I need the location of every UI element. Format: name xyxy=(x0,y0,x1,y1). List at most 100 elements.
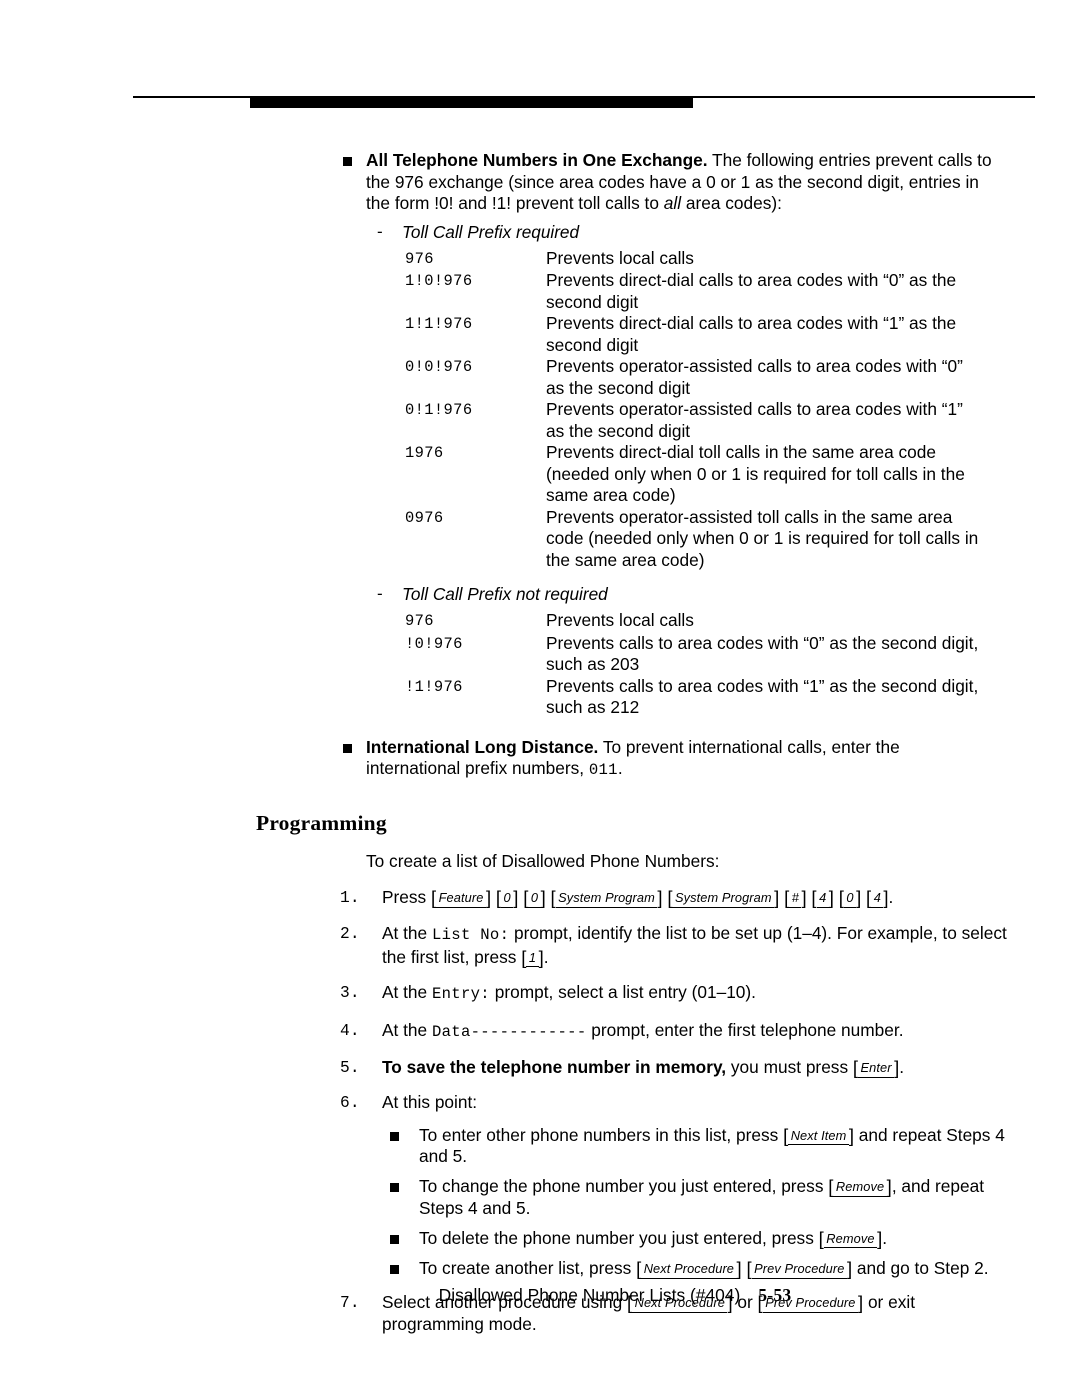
table-prefix-required: 976 Prevents local calls 1!0!976 Prevent… xyxy=(405,248,980,572)
bullet-emphasis: all xyxy=(663,193,682,214)
subhead-toll-call-prefix-required: - Toll Call Prefix required xyxy=(366,221,1080,243)
entry-code: 1976 xyxy=(405,444,444,463)
key-system-program[interactable]: [System Program] xyxy=(551,889,663,908)
step-text-part-1: At the xyxy=(382,923,432,944)
bullet-text: International Long Distance. To prevent … xyxy=(366,737,994,782)
bullet-body-part-2: area codes): xyxy=(681,193,782,214)
step-number: 4. xyxy=(340,1021,360,1040)
bracket-open: [ xyxy=(550,887,556,909)
bullet-international-long-distance: International Long Distance. To prevent … xyxy=(330,737,994,782)
page-footer: Disallowed Phone Number Lists (#404) 5-53 xyxy=(0,1285,1080,1306)
entry-code: 0!0!976 xyxy=(405,358,473,377)
section-heading-programming: Programming xyxy=(256,810,387,835)
key-label: # xyxy=(789,890,802,908)
prompt-entry: Entry: xyxy=(431,985,490,1004)
table-row: 1!0!976 Prevents direct-dial calls to ar… xyxy=(405,270,980,313)
key-digit-4[interactable]: [4] xyxy=(811,889,834,908)
key-digit-4[interactable]: [4] xyxy=(866,889,889,908)
step-text-part-2: prompt, select a list entry (01–10). xyxy=(489,982,756,1003)
step-text-part-1: you must press xyxy=(726,1057,853,1078)
key-digit-0[interactable]: [0] xyxy=(496,887,519,909)
footer-page-number: 5-53 xyxy=(758,1285,792,1305)
square-bullet-icon xyxy=(390,1234,399,1244)
entry-description: Prevents operator-assisted toll calls in… xyxy=(546,506,979,570)
key-label: 0 xyxy=(528,890,541,908)
key-label: Next Procedure xyxy=(641,1261,737,1279)
key-digit-1[interactable]: [1] xyxy=(521,948,544,968)
step-number: 6. xyxy=(340,1094,360,1113)
entry-description: Prevents calls to area codes with “0” as… xyxy=(546,632,979,675)
square-bullet-icon xyxy=(390,1265,399,1275)
bracket-close: ] xyxy=(774,887,780,909)
step-text-part-2: prompt, enter the first telephone number… xyxy=(586,1019,904,1040)
table-row: 0!1!976 Prevents operator-assisted calls… xyxy=(405,399,980,442)
prompt-list-no: List No: xyxy=(431,926,510,945)
step-4: 4. At the Data------------ prompt, enter … xyxy=(340,1020,1012,1044)
key-hash[interactable]: [#] xyxy=(784,889,807,908)
entry-code: 0!1!976 xyxy=(405,401,473,420)
subhead-label: Toll Call Prefix required xyxy=(402,221,580,242)
key-prev-procedure[interactable]: [Prev Procedure] xyxy=(746,1258,852,1280)
entry-code: !0!976 xyxy=(405,634,463,653)
table-body: 976 Prevents local calls 1!0!976 Prevent… xyxy=(405,248,980,572)
bracket-close: ] xyxy=(513,887,519,909)
table-prefix-not-required: 976 Prevents local calls !0!976 Prevents… xyxy=(405,610,980,719)
key-next-item[interactable]: [Next Item] xyxy=(783,1126,854,1146)
step-number: 3. xyxy=(340,984,360,1003)
key-remove[interactable]: [Remove] xyxy=(828,1177,892,1197)
table-body: 976 Prevents local calls !0!976 Prevents… xyxy=(405,610,980,719)
entry-description: Prevents local calls xyxy=(546,247,694,268)
table-row: 0976 Prevents operator-assisted toll cal… xyxy=(405,507,980,572)
bracket-close: ] xyxy=(801,887,807,909)
step-number: 2. xyxy=(340,925,360,944)
square-bullet-icon xyxy=(343,743,352,753)
bracket-open: [ xyxy=(746,1258,752,1280)
entry-code: 1!0!976 xyxy=(405,272,473,291)
step-text-part-1: At the xyxy=(382,1019,432,1040)
bracket-close: ] xyxy=(736,1258,742,1280)
key-next-procedure[interactable]: [Next Procedure] xyxy=(636,1258,742,1280)
table-row: 1976 Prevents direct-dial toll calls in … xyxy=(405,442,980,507)
sub-bullet-text-part-1: To create another list, press xyxy=(419,1258,637,1279)
table-row: 976 Prevents local calls xyxy=(405,248,980,271)
footer-title: Disallowed Phone Number Lists (#404) xyxy=(438,1285,741,1305)
entry-code: 976 xyxy=(405,249,434,268)
key-system-program[interactable]: [System Program] xyxy=(667,889,779,908)
key-label: 0 xyxy=(843,890,857,908)
step-text-part-1: Press xyxy=(382,887,431,908)
key-label: Remove xyxy=(833,1179,887,1197)
key-label: System Program xyxy=(555,890,658,908)
bullet-body-part-2: . xyxy=(617,758,623,779)
step-1: 1. Press [Feature] [0] [0] [System Progra… xyxy=(340,887,1012,909)
page-content: All Telephone Numbers in One Exchange. T… xyxy=(0,150,1080,1336)
key-digit-0[interactable]: [0] xyxy=(523,889,546,908)
page-header-decoration xyxy=(0,0,1080,120)
step-text-part-2: . xyxy=(888,887,894,908)
entry-description: Prevents calls to area codes with “1” as… xyxy=(546,675,979,718)
square-bullet-icon xyxy=(390,1183,399,1193)
key-label: Feature xyxy=(436,890,486,908)
step-text-part-3: . xyxy=(543,946,549,967)
international-prefix-code: 011 xyxy=(588,761,618,780)
entry-description: Prevents local calls xyxy=(546,610,694,631)
step-text-part-2: . xyxy=(899,1057,905,1078)
sub-bullet-text-part-2: and go to Step 2. xyxy=(852,1258,989,1279)
entry-code: 976 xyxy=(405,612,434,631)
key-label: Enter xyxy=(858,1060,895,1078)
key-enter[interactable]: [Enter] xyxy=(853,1059,899,1078)
header-thick-bar xyxy=(250,97,693,108)
sub-bullet-text-part-2: . xyxy=(882,1227,888,1248)
key-digit-0[interactable]: [0] xyxy=(839,889,861,908)
bracket-close: ] xyxy=(540,887,546,909)
entry-code: !1!976 xyxy=(405,677,463,696)
sub-bullet-text-part-1: To change the phone number you just ente… xyxy=(419,1176,829,1197)
key-remove[interactable]: [Remove] xyxy=(819,1229,882,1249)
key-label: 0 xyxy=(501,890,514,908)
bullet-title: All Telephone Numbers in One Exchange. xyxy=(366,150,708,170)
key-label: 4 xyxy=(816,890,829,908)
key-label: Remove xyxy=(823,1230,878,1249)
subhead-label: Toll Call Prefix not required xyxy=(402,584,608,605)
entry-description: Prevents operator-assisted calls to area… xyxy=(546,356,963,398)
key-feature[interactable]: [Feature] xyxy=(431,889,491,908)
key-label: System Program xyxy=(672,890,775,908)
